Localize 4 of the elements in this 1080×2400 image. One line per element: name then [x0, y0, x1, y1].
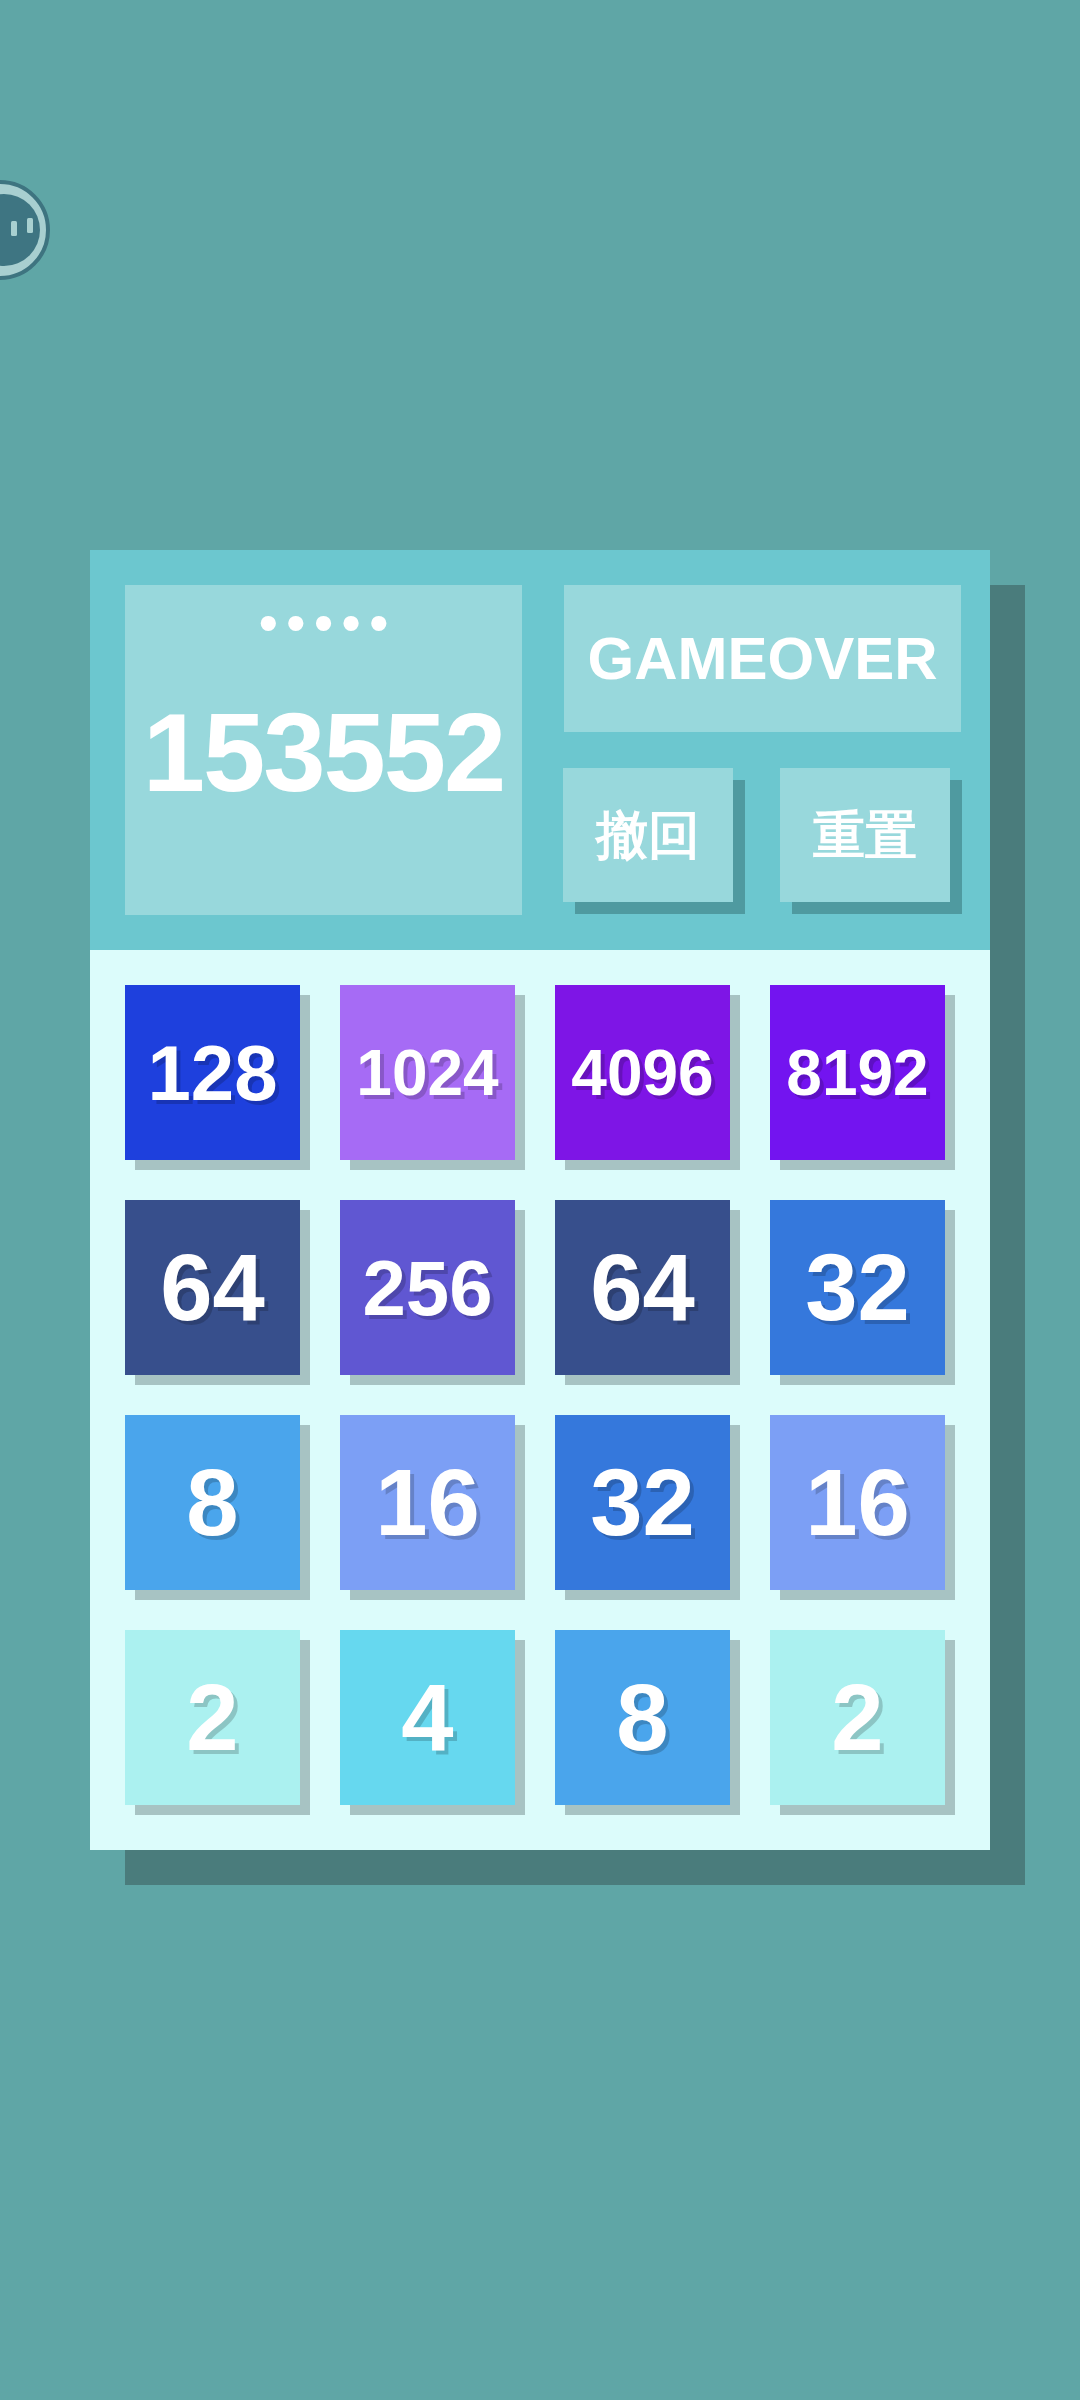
- score-value: 153552: [142, 697, 505, 809]
- player-name: •••••: [257, 601, 397, 645]
- game-status-label: GAMEOVER: [564, 585, 961, 732]
- floating-bubble-icon[interactable]: [0, 180, 52, 280]
